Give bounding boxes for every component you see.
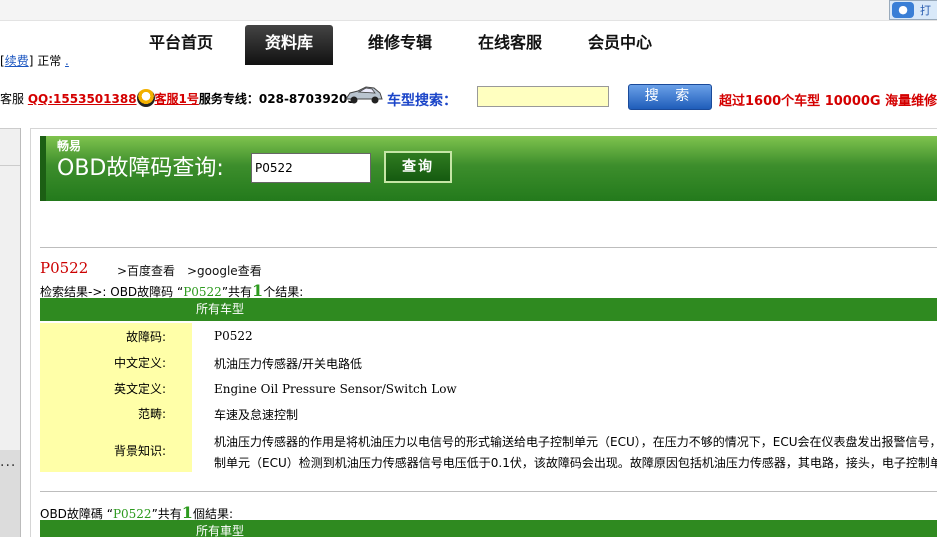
google-lookup-link[interactable]: >google查看 — [187, 262, 262, 279]
summary-mid: ”共有 — [221, 285, 253, 299]
service-prefix: 客服 — [0, 92, 25, 106]
table-header-2: 所有車型 — [40, 520, 937, 538]
promo-banner-text: 超过1600个车型 10000G 海量维修 — [719, 94, 937, 109]
nav-member-center[interactable]: 会员中心 — [576, 25, 664, 65]
summary2-suffix: 個結果: — [192, 507, 233, 521]
renew-link[interactable]: 续费 — [5, 54, 29, 68]
sidebar-divider — [0, 165, 20, 166]
content-frame-left — [30, 128, 31, 537]
divider — [40, 491, 937, 492]
row-label-en-definition: 英文定义: — [113, 382, 166, 396]
row-value-background-line1: 机油压力传感器的作用是将机油压力以电信号的形式输送给电子控制单元（ECU），在压… — [214, 435, 937, 449]
sidebar-divider — [0, 128, 20, 129]
sidebar-more-icon[interactable]: ··· — [0, 458, 20, 474]
corner-toolbar-button[interactable]: ● 打 — [889, 0, 937, 20]
summary2-mid: ”共有 — [151, 507, 182, 521]
row-value-code: P0522 — [214, 329, 253, 343]
row-value-background-line2: 制单元（ECU）检测到机油压力传感器信号电压低于0.1伏，该故障码会出现。故障原… — [214, 456, 937, 470]
account-status: [续费] 正常 . — [0, 54, 69, 68]
row-value-category: 车速及怠速控制 — [214, 408, 299, 422]
baidu-paw-icon: ● — [892, 2, 914, 18]
summary-code: P0522 — [183, 285, 222, 299]
row-label-code: 故障码: — [125, 330, 166, 344]
car-search-label: 车型搜索： — [387, 93, 457, 109]
nav-library[interactable]: 资料库 — [245, 25, 333, 65]
table-header: 所有车型 — [40, 298, 937, 321]
agent-link[interactable]: 客服1号 — [155, 92, 199, 106]
corner-toolbar-label: 打 — [920, 4, 931, 17]
browser-top-bar — [0, 0, 937, 21]
account-state: 正常 — [37, 54, 62, 68]
obd-code-input[interactable] — [251, 153, 371, 183]
contact-info: 客服 QQ:1553501388 客服1号服务专线：028-87039205 — [0, 89, 356, 111]
car-icon — [345, 86, 383, 104]
qq-number-link[interactable]: QQ:1553501388 — [28, 92, 137, 106]
nav-online-service[interactable]: 在线客服 — [466, 25, 554, 65]
nav-home[interactable]: 平台首页 — [136, 25, 226, 65]
table-header-label: 所有车型 — [196, 302, 245, 316]
row-value-en-definition: Engine Oil Pressure Sensor/Switch Low — [214, 382, 457, 396]
summary-suffix: 个结果: — [263, 285, 304, 299]
row-label-category: 范畴: — [137, 407, 166, 421]
status-dot-link[interactable]: . — [65, 54, 69, 68]
table-header-2-label: 所有車型 — [196, 524, 245, 538]
divider — [40, 247, 937, 248]
car-search-input[interactable] — [477, 86, 609, 107]
row-value-cn-definition: 机油压力传感器/开关电路低 — [214, 357, 363, 371]
summary2-code: P0522 — [112, 507, 152, 521]
search-button[interactable]: 搜 索 — [628, 84, 712, 110]
query-button[interactable]: 查询 — [384, 151, 452, 183]
obd-query-title: OBD故障码查询: — [57, 156, 224, 181]
result-code: P0522 — [40, 259, 89, 277]
baidu-lookup-link[interactable]: >百度查看 — [117, 262, 175, 279]
row-label-cn-definition: 中文定义: — [113, 356, 166, 370]
qq-penguin-icon[interactable] — [136, 89, 155, 107]
summary-prefix: 检索结果->: OBD故障码 “ — [40, 285, 184, 299]
hotline: 服务专线：028-87039205 — [198, 92, 356, 106]
summary2-prefix: OBD故障碼 “ — [40, 507, 113, 521]
row-label-background: 背景知识: — [113, 444, 166, 458]
nav-repair-albums[interactable]: 维修专辑 — [355, 25, 445, 65]
content-frame-top — [30, 128, 937, 129]
